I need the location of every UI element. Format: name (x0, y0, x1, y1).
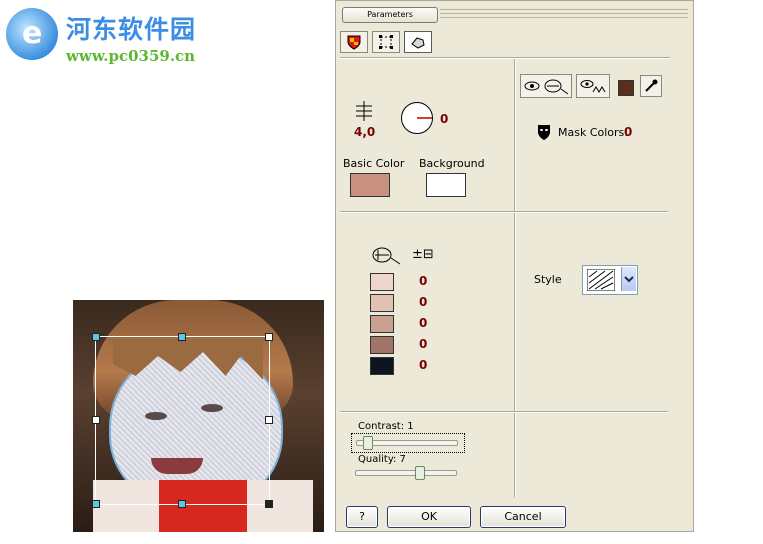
parameters-dialog: Parameters 4,0 0 Basic Color Background … (335, 0, 694, 532)
theater-mask-icon (538, 125, 550, 140)
contrast-label: Contrast: 1 (358, 421, 414, 432)
ridge-line (440, 13, 688, 14)
eraser-tool-button[interactable] (404, 31, 432, 53)
background-label: Background (419, 157, 485, 170)
mask-color-swatch[interactable] (618, 80, 634, 96)
contrast-thumb[interactable] (363, 436, 374, 450)
help-button[interactable]: ? (346, 506, 378, 528)
basic-color-swatch[interactable] (350, 173, 390, 197)
quality-track (355, 470, 457, 476)
shield-tool-button[interactable] (340, 31, 368, 53)
photo-preview[interactable] (73, 300, 324, 532)
show-mask-button[interactable] (520, 74, 572, 98)
divider (340, 411, 668, 413)
hatch-pattern-icon (587, 269, 615, 291)
dropdown-arrow-button[interactable] (621, 267, 636, 291)
tone-swatch[interactable] (370, 273, 394, 291)
quality-label: Quality: 7 (358, 454, 406, 465)
basic-color-label: Basic Color (343, 157, 405, 170)
selection-handle-mr[interactable] (265, 416, 273, 424)
tone-value: 0 (419, 358, 428, 372)
tone-swatch[interactable] (370, 336, 394, 354)
quality-thumb[interactable] (414, 466, 425, 480)
watermark-title: 河东软件园 (66, 15, 197, 44)
logo-glyph: e (22, 16, 43, 51)
selection-handle-bc[interactable] (178, 500, 186, 508)
plus-minus-label: ±⊟ (412, 247, 434, 262)
selection-icon (379, 35, 393, 49)
tone-value: 0 (419, 337, 428, 351)
tone-swatch[interactable] (370, 294, 394, 312)
tone-value: 0 (419, 295, 428, 309)
eyedropper-button[interactable] (640, 75, 662, 97)
selection-handle-tc[interactable] (178, 333, 186, 341)
tone-swatch[interactable] (370, 357, 394, 375)
background-color-swatch[interactable] (426, 173, 466, 197)
selection-box[interactable] (95, 336, 270, 505)
eraser-icon (411, 37, 425, 49)
quality-slider[interactable] (355, 466, 459, 480)
angle-value: 0 (440, 112, 449, 126)
ridge-line (440, 9, 688, 10)
tone-value: 0 (419, 274, 428, 288)
eye-wave-icon (580, 80, 606, 93)
ridge-line (440, 17, 688, 18)
tone-swatch[interactable] (370, 315, 394, 333)
thread-icon (372, 247, 401, 265)
parameters-tab[interactable]: Parameters (342, 7, 438, 23)
show-result-button[interactable] (576, 74, 610, 98)
watermark-url: www.pc0359.cn (66, 47, 196, 65)
divider (340, 57, 670, 59)
cancel-button[interactable]: Cancel (480, 506, 566, 528)
mask-colors-value: 0 (624, 125, 633, 139)
angle-dial-icon[interactable] (400, 101, 434, 135)
style-dropdown[interactable] (582, 265, 638, 295)
tone-value: 0 (419, 316, 428, 330)
selection-handle-bl[interactable] (92, 500, 100, 508)
divider (514, 59, 516, 497)
shield-icon (347, 35, 361, 50)
mask-colors-label: Mask Colors: (558, 126, 628, 139)
selection-handle-br[interactable] (265, 500, 273, 508)
selection-tool-button[interactable] (372, 31, 400, 53)
divider (340, 211, 668, 213)
ok-button[interactable]: OK (387, 506, 471, 528)
style-label: Style (534, 273, 562, 286)
eyedropper-icon (645, 79, 658, 92)
selection-handle-tr[interactable] (265, 333, 273, 341)
selection-handle-tl[interactable] (92, 333, 100, 341)
chevron-down-icon (624, 276, 634, 283)
selection-handle-ml[interactable] (92, 416, 100, 424)
spacing-icon (356, 101, 372, 121)
contrast-slider[interactable] (351, 433, 465, 453)
spacing-value: 4,0 (354, 125, 376, 139)
eye-thread-icon (524, 79, 569, 95)
